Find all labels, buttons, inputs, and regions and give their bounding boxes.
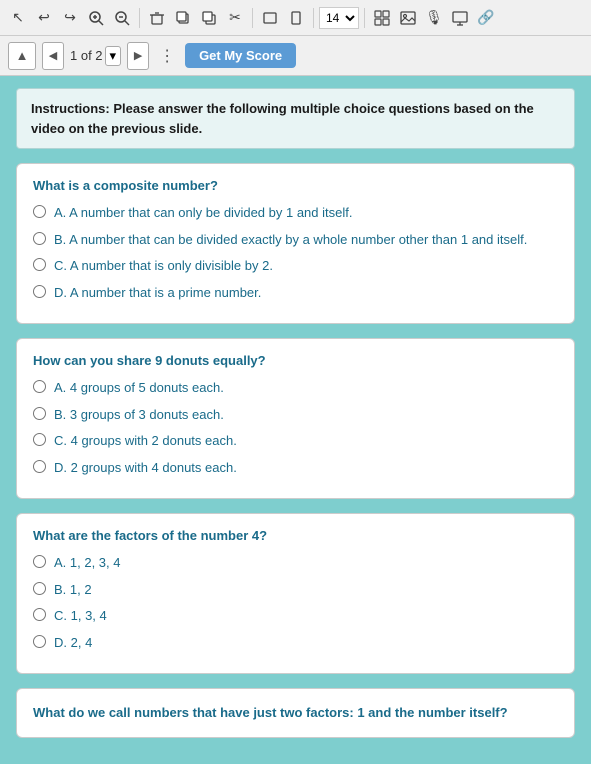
- frame-icon-1[interactable]: [258, 6, 282, 30]
- answer-option-2-a[interactable]: A. 4 groups of 5 donuts each.: [33, 378, 558, 398]
- radio-2-c[interactable]: [33, 433, 46, 446]
- answer-option-2-b[interactable]: B. 3 groups of 3 donuts each.: [33, 405, 558, 425]
- radio-2-b[interactable]: [33, 407, 46, 420]
- answer-label-1-c: C. A number that is only divisible by 2.: [54, 256, 273, 276]
- zoom-out-icon[interactable]: [110, 6, 134, 30]
- answer-option-2-c[interactable]: C. 4 groups with 2 donuts each.: [33, 431, 558, 451]
- answer-label-3-d: D. 2, 4: [54, 633, 92, 653]
- question-card-3: What are the factors of the number 4? A. …: [16, 513, 575, 674]
- answer-option-3-d[interactable]: D. 2, 4: [33, 633, 558, 653]
- answer-label-2-c: C. 4 groups with 2 donuts each.: [54, 431, 237, 451]
- link-icon[interactable]: 🔗: [474, 6, 498, 30]
- question-text-3: What are the factors of the number 4?: [33, 528, 558, 543]
- question-text-2: How can you share 9 donuts equally?: [33, 353, 558, 368]
- radio-1-d[interactable]: [33, 285, 46, 298]
- image-icon[interactable]: [396, 6, 420, 30]
- frame-icon-2[interactable]: [284, 6, 308, 30]
- get-score-button[interactable]: Get My Score: [185, 43, 296, 68]
- nav-bar: ▲ ◀ 1 of 2 ▾ ▶ ⋮ Get My Score: [0, 36, 591, 76]
- answer-option-1-b[interactable]: B. A number that can be divided exactly …: [33, 230, 558, 250]
- content-area: Instructions: Please answer the followin…: [0, 76, 591, 764]
- question-text-1: What is a composite number?: [33, 178, 558, 193]
- duplicate-icon[interactable]: [171, 6, 195, 30]
- nav-more-button[interactable]: ⋮: [155, 46, 179, 66]
- nav-next-button[interactable]: ▶: [127, 42, 149, 70]
- separator-4: [364, 8, 365, 28]
- undo-icon[interactable]: ↩: [32, 6, 56, 30]
- question-card-2: How can you share 9 donuts equally? A. 4 …: [16, 338, 575, 499]
- separator-3: [313, 8, 314, 28]
- radio-1-a[interactable]: [33, 205, 46, 218]
- answer-option-1-c[interactable]: C. A number that is only divisible by 2.: [33, 256, 558, 276]
- answer-label-2-d: D. 2 groups with 4 donuts each.: [54, 458, 237, 478]
- radio-1-c[interactable]: [33, 258, 46, 271]
- answer-label-3-b: B. 1, 2: [54, 580, 92, 600]
- answer-label-3-c: C. 1, 3, 4: [54, 606, 107, 626]
- radio-3-a[interactable]: [33, 555, 46, 568]
- separator-2: [252, 8, 253, 28]
- nav-prev-button[interactable]: ◀: [42, 42, 64, 70]
- partial-question-text: What do we call numbers that have just t…: [33, 703, 558, 723]
- answer-label-3-a: A. 1, 2, 3, 4: [54, 553, 121, 573]
- mic-icon[interactable]: 🎙: [422, 6, 446, 30]
- answer-label-1-b: B. A number that can be divided exactly …: [54, 230, 527, 250]
- zoom-in-icon[interactable]: [84, 6, 108, 30]
- radio-2-d[interactable]: [33, 460, 46, 473]
- separator-1: [139, 8, 140, 28]
- questions-container: What is a composite number? A. A number t…: [16, 163, 575, 674]
- answer-option-3-a[interactable]: A. 1, 2, 3, 4: [33, 553, 558, 573]
- answer-label-1-a: A. A number that can only be divided by …: [54, 203, 352, 223]
- answer-label-1-d: D. A number that is a prime number.: [54, 283, 261, 303]
- copy-icon[interactable]: [197, 6, 221, 30]
- partial-question-card: What do we call numbers that have just t…: [16, 688, 575, 738]
- answer-label-2-a: A. 4 groups of 5 donuts each.: [54, 378, 224, 398]
- radio-3-c[interactable]: [33, 608, 46, 621]
- page-info: 1 of 2 ▾: [70, 46, 121, 66]
- toolbar: ↖ ↩ ↪ ✂: [0, 0, 591, 36]
- answer-option-3-c[interactable]: C. 1, 3, 4: [33, 606, 558, 626]
- page-number-text: 1 of 2: [70, 48, 103, 63]
- monitor-icon[interactable]: [448, 6, 472, 30]
- answer-option-1-a[interactable]: A. A number that can only be divided by …: [33, 203, 558, 223]
- radio-2-a[interactable]: [33, 380, 46, 393]
- cursor-tool-icon[interactable]: ↖: [6, 6, 30, 30]
- nav-up-button[interactable]: ▲: [8, 42, 36, 70]
- question-card-1: What is a composite number? A. A number t…: [16, 163, 575, 324]
- answer-label-2-b: B. 3 groups of 3 donuts each.: [54, 405, 224, 425]
- radio-3-b[interactable]: [33, 582, 46, 595]
- redo-icon[interactable]: ↪: [58, 6, 82, 30]
- delete-icon[interactable]: [145, 6, 169, 30]
- instructions-text: Instructions: Please answer the followin…: [31, 101, 534, 136]
- cut-icon[interactable]: ✂: [223, 6, 247, 30]
- instructions-box: Instructions: Please answer the followin…: [16, 88, 575, 149]
- page-dropdown[interactable]: ▾: [105, 46, 122, 66]
- radio-3-d[interactable]: [33, 635, 46, 648]
- zoom-select[interactable]: 14 16 18: [319, 7, 359, 29]
- answer-option-2-d[interactable]: D. 2 groups with 4 donuts each.: [33, 458, 558, 478]
- grid-icon[interactable]: [370, 6, 394, 30]
- answer-option-3-b[interactable]: B. 1, 2: [33, 580, 558, 600]
- radio-1-b[interactable]: [33, 232, 46, 245]
- answer-option-1-d[interactable]: D. A number that is a prime number.: [33, 283, 558, 303]
